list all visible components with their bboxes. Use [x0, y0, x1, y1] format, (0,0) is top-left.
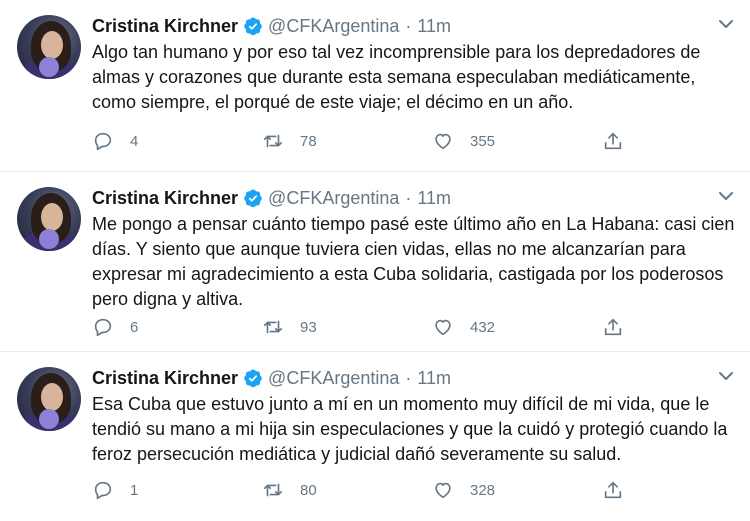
retweet-button[interactable]: 78	[262, 129, 317, 153]
author-handle[interactable]: @CFKArgentina	[268, 368, 399, 389]
reply-button[interactable]: 1	[92, 478, 138, 502]
share-button[interactable]	[602, 315, 624, 339]
tweet[interactable]: Cristina Kirchner @CFKArgentina · 11m Al…	[0, 0, 750, 172]
retweet-count: 93	[300, 318, 317, 336]
reply-count: 6	[130, 318, 139, 336]
like-count: 355	[470, 132, 496, 150]
like-button[interactable]: 432	[432, 315, 495, 339]
avatar[interactable]	[17, 367, 81, 431]
reply-button[interactable]: 6	[92, 315, 138, 339]
tweet-feed: Cristina Kirchner @CFKArgentina · 11m Al…	[0, 0, 750, 521]
tweet-text: Me pongo a pensar cuánto tiempo pasé est…	[92, 214, 735, 309]
reply-button[interactable]: 4	[92, 129, 138, 153]
retweet-icon	[263, 134, 283, 148]
retweet-button[interactable]: 93	[262, 315, 317, 339]
share-button[interactable]	[602, 478, 624, 502]
author-name[interactable]: Cristina Kirchner	[92, 368, 238, 389]
author-name[interactable]: Cristina Kirchner	[92, 16, 238, 37]
author-name[interactable]: Cristina Kirchner	[92, 188, 238, 209]
separator-dot: ·	[405, 367, 412, 388]
retweet-button[interactable]: 80	[262, 478, 317, 502]
retweet-count: 78	[300, 132, 317, 150]
heart-icon	[435, 133, 451, 150]
tweet-header: Cristina Kirchner @CFKArgentina · 11m	[92, 186, 451, 210]
tweet-header: Cristina Kirchner @CFKArgentina · 11m	[92, 366, 451, 390]
tweet-text: Esa Cuba que estuvo junto a mí en un mom…	[92, 394, 728, 464]
avatar[interactable]	[17, 187, 81, 251]
like-count: 328	[470, 481, 496, 499]
verified-badge-icon	[244, 189, 262, 208]
heart-icon	[435, 319, 451, 336]
share-icon	[604, 318, 622, 336]
reply-icon	[94, 481, 112, 500]
verified-badge-icon	[244, 17, 262, 36]
share-icon	[604, 132, 622, 150]
verified-badge-icon	[244, 369, 262, 388]
tweet-actions: 1 80 328	[92, 478, 652, 502]
heart-icon	[435, 482, 451, 499]
tweet-header: Cristina Kirchner @CFKArgentina · 11m	[92, 14, 451, 38]
separator-dot: ·	[405, 15, 412, 36]
like-button[interactable]: 355	[432, 129, 495, 153]
share-icon	[604, 481, 622, 499]
reply-icon	[94, 318, 112, 337]
tweet-timestamp[interactable]: 11m	[417, 16, 451, 37]
reply-count: 1	[130, 481, 139, 499]
tweet-actions: 4 78 355	[92, 129, 652, 153]
author-handle[interactable]: @CFKArgentina	[268, 188, 399, 209]
tweet-text: Algo tan humano y por eso tal vez incomp…	[92, 42, 701, 112]
chevron-down-icon[interactable]	[718, 18, 734, 30]
tweet-timestamp[interactable]: 11m	[417, 188, 451, 209]
retweet-count: 80	[300, 481, 317, 499]
reply-count: 4	[130, 132, 139, 150]
author-handle[interactable]: @CFKArgentina	[268, 16, 399, 37]
chevron-down-icon[interactable]	[718, 190, 734, 202]
chevron-down-icon[interactable]	[718, 370, 734, 382]
like-button[interactable]: 328	[432, 478, 495, 502]
tweet[interactable]: Cristina Kirchner @CFKArgentina · 11m Me…	[0, 172, 750, 344]
retweet-icon	[263, 320, 283, 334]
separator-dot: ·	[405, 187, 412, 208]
like-count: 432	[470, 318, 496, 336]
share-button[interactable]	[602, 129, 624, 153]
avatar[interactable]	[17, 15, 81, 79]
tweet[interactable]: Cristina Kirchner @CFKArgentina · 11m Es…	[0, 352, 750, 521]
reply-icon	[94, 132, 112, 151]
tweet-timestamp[interactable]: 11m	[417, 368, 451, 389]
tweet-actions: 6 93 432	[92, 315, 652, 339]
retweet-icon	[263, 483, 283, 497]
